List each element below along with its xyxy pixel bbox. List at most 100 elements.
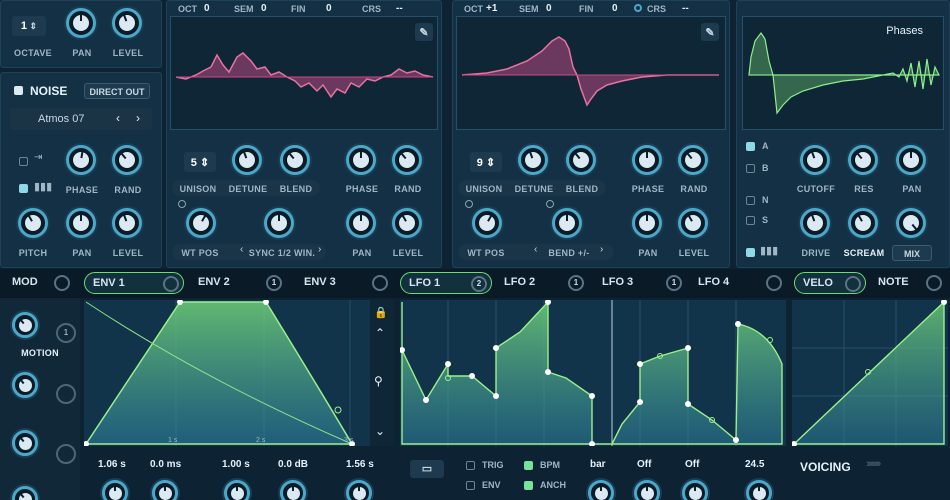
mod-tab-env-2[interactable]: ENV 2 1 [190,272,286,294]
osc-b-detune-knob[interactable] [518,145,548,175]
chevron-up-icon[interactable]: ⌃ [375,326,385,340]
mod-tab-ring[interactable] [372,275,388,291]
env-graph[interactable]: 1 s 2 s 3 s [83,299,370,447]
osc-b-wavetable-display[interactable]: ✎ [456,16,726,130]
filter-drive-knob[interactable] [800,208,830,238]
pan2-knob[interactable] [66,208,96,238]
lfo-rate-knob[interactable] [588,480,614,500]
osc-a-edit-pencil-icon[interactable]: ✎ [415,23,433,41]
rand-knob[interactable] [112,145,142,175]
osc-a-level-knob[interactable] [392,208,422,238]
level-knob[interactable] [112,8,142,38]
env-release-knob[interactable] [346,480,372,500]
mod-tab-lfo-4[interactable]: LFO 4 [690,272,786,294]
osc-a-crs-value[interactable]: -- [396,3,403,14]
filter-cutoff-knob[interactable] [800,145,830,175]
pitch-knob[interactable] [18,208,48,238]
osc-a-phase-knob[interactable] [346,145,376,175]
lfo-trig-checkbox[interactable] [466,461,475,470]
macro2-knob[interactable] [12,372,38,398]
macro2-mod-ring[interactable] [56,384,76,404]
env-attack-value[interactable]: 1.06 s [98,459,126,470]
phase-knob[interactable] [66,145,96,175]
osc-b-bend-knob[interactable] [552,208,582,238]
mod-tab-ring[interactable]: 2 [471,276,487,292]
lfo-rate-value[interactable]: bar [590,459,606,470]
lfo-bpm-checkbox[interactable] [524,461,533,470]
lfo-rise-knob[interactable] [634,480,660,500]
osc-a-wt-mod-icon[interactable] [178,200,186,208]
osc-b-warp-next-icon[interactable]: › [600,244,603,255]
mod-tab-ring[interactable] [766,275,782,291]
env-attack-knob[interactable] [102,480,128,500]
zoom-icon[interactable]: ⚲ [374,374,383,388]
motion-mod-ring[interactable]: 1 [56,323,76,343]
lfo-smooth-knob[interactable] [746,480,772,500]
lfo-delay-value[interactable]: Off [685,459,699,470]
filter-scream-label[interactable]: SCREAM [842,248,886,258]
osc-a-warp-label[interactable]: SYNC 1/2 WIN. [246,248,318,258]
env-hold-value[interactable]: 0.0 ms [150,459,181,470]
osc-b-sem-value[interactable]: 0 [546,3,552,14]
osc-b-level-knob[interactable] [678,208,708,238]
macro3-knob[interactable] [12,430,38,456]
mod-tab-ring[interactable]: 1 [666,275,682,291]
lock-icon[interactable]: 🔒 [374,306,388,319]
filter-keytrack-checkbox[interactable] [746,248,755,257]
velo-graph[interactable] [791,299,948,447]
filter-display[interactable]: Phases [742,16,944,130]
preset-selector[interactable]: Atmos 07 [10,108,152,130]
mod-tab-velo[interactable]: VELO [794,272,866,294]
filter-s-checkbox[interactable] [746,216,755,225]
lfo-folder-button[interactable]: ▭ [410,460,444,478]
filter-mix-button[interactable]: MIX [892,245,932,261]
env-release-value[interactable]: 1.56 s [346,459,374,470]
macro3-mod-ring[interactable] [56,444,76,464]
osc-b-oct-value[interactable]: +1 [486,3,497,14]
mod-tab-lfo-1[interactable]: LFO 1 2 [400,272,492,294]
mod-tab-ring[interactable]: 1 [266,275,282,291]
osc-a-warp-knob[interactable] [264,208,294,238]
osc-b-blend-knob[interactable] [566,145,596,175]
pan-knob[interactable] [66,8,96,38]
mod-tab-lfo-2[interactable]: LFO 2 1 [496,272,588,294]
filter-b-checkbox[interactable] [746,164,755,173]
osc-b-edit-pencil-icon[interactable]: ✎ [701,23,719,41]
mod-tab-env-3[interactable]: ENV 3 [296,272,392,294]
osc-a-blend-knob[interactable] [280,145,310,175]
osc-b-pan-knob[interactable] [632,208,662,238]
mod-tab-lfo-3[interactable]: LFO 3 1 [594,272,686,294]
osc-a-rand-knob[interactable] [392,145,422,175]
env-sustain-knob[interactable] [280,480,306,500]
osc-a-detune-knob[interactable] [232,145,262,175]
osc-a-warp-prev-icon[interactable]: ‹ [240,244,243,255]
osc-a-fin-value[interactable]: 0 [326,3,332,14]
lfo-env-checkbox[interactable] [466,481,475,490]
osc-a-wt-pos-knob[interactable] [186,208,216,238]
osc-b-rand-knob[interactable] [678,145,708,175]
mod-tab-env-1[interactable]: ENV 1 [84,272,184,294]
osc-a-wavetable-display[interactable]: ✎ [170,16,438,130]
env-decay-knob[interactable] [224,480,250,500]
prev-preset-icon[interactable]: ‹ [116,111,120,125]
filter-scream-knob[interactable] [848,208,878,238]
filter-a-checkbox[interactable] [746,142,755,151]
osc-b-unison-spinner[interactable]: 9 ⇕ [470,152,502,172]
osc-b-bend-mod-icon[interactable] [546,200,554,208]
key-track-checkbox[interactable] [19,157,28,166]
noise-enable-checkbox[interactable] [14,86,23,95]
osc-a-sem-value[interactable]: 0 [261,3,267,14]
mod-tab-ring[interactable] [163,276,179,292]
mod-tab-note[interactable]: NOTE [870,272,946,294]
osc-b-wt-pos-knob[interactable] [472,208,502,238]
osc-b-fin-value[interactable]: 0 [612,3,618,14]
chevron-down-icon[interactable]: ⌄ [375,424,385,438]
env-hold-knob[interactable] [152,480,178,500]
level2-knob[interactable] [112,208,142,238]
osc-a-oct-value[interactable]: 0 [204,3,210,14]
osc-a-unison-spinner[interactable]: 5 ⇕ [184,152,216,172]
osc-b-crs-link-icon[interactable] [634,4,642,12]
filter-pan-knob[interactable] [896,145,926,175]
env-decay-value[interactable]: 1.00 s [222,459,250,470]
next-preset-icon[interactable]: › [136,111,140,125]
